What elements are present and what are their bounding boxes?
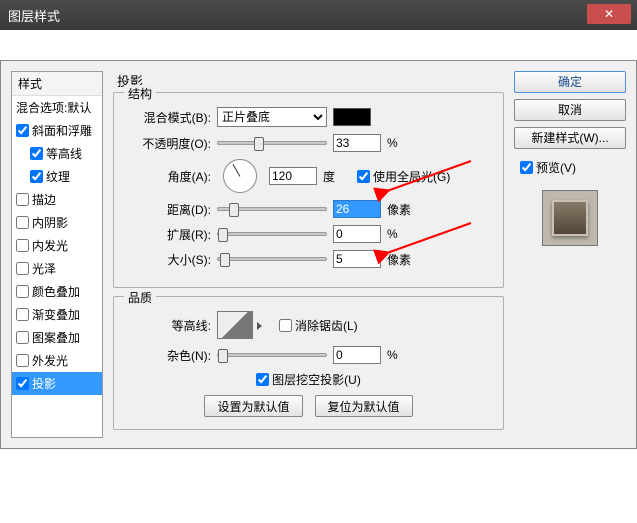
row-default-buttons: 设置为默认值 复位为默认值 — [126, 395, 491, 417]
slider-spread[interactable] — [217, 232, 327, 236]
label-noise: 杂色(N): — [126, 347, 211, 364]
row-noise: 杂色(N): % — [126, 346, 491, 364]
group-structure: 结构 混合模式(B): 正片叠底 不透明度(O): % 角度(A): 度 使用全… — [113, 92, 504, 288]
style-item-satin[interactable]: 光泽 — [12, 257, 102, 280]
dialog-body: 样式 混合选项:默认 斜面和浮雕 等高线 纹理 描边 内阴影 内发光 光泽 颜色… — [0, 60, 637, 449]
label-opacity: 不透明度(O): — [126, 135, 211, 152]
checkbox-preview[interactable]: 预览(V) — [514, 159, 626, 176]
legend-quality: 品质 — [124, 289, 156, 306]
style-cb-innershadow[interactable] — [16, 216, 29, 229]
preview-tile — [552, 200, 588, 236]
row-spread: 扩展(R): % — [126, 225, 491, 243]
label-angle: 角度(A): — [126, 168, 211, 185]
style-cb-gradientoverlay[interactable] — [16, 308, 29, 321]
preview-box — [542, 190, 598, 246]
style-cb-satin[interactable] — [16, 262, 29, 275]
slider-opacity[interactable] — [217, 141, 327, 145]
slider-noise[interactable] — [217, 353, 327, 357]
style-cb-coloroverlay[interactable] — [16, 285, 29, 298]
row-knockout: 图层挖空投影(U) — [126, 371, 491, 388]
style-item-stroke[interactable]: 描边 — [12, 188, 102, 211]
style-cb-stroke[interactable] — [16, 193, 29, 206]
input-opacity[interactable] — [333, 134, 381, 152]
contour-picker[interactable] — [217, 311, 253, 339]
row-angle: 角度(A): 度 使用全局光(G) — [126, 159, 491, 193]
legend-structure: 结构 — [124, 85, 156, 102]
input-distance[interactable] — [333, 200, 381, 218]
style-item-innerglow[interactable]: 内发光 — [12, 234, 102, 257]
set-default-button[interactable]: 设置为默认值 — [204, 395, 302, 417]
style-item-patternoverlay[interactable]: 图案叠加 — [12, 326, 102, 349]
style-item-coloroverlay[interactable]: 颜色叠加 — [12, 280, 102, 303]
style-item-gradientoverlay[interactable]: 渐变叠加 — [12, 303, 102, 326]
unit-noise: % — [387, 348, 415, 362]
close-button[interactable]: ✕ — [587, 4, 631, 24]
color-swatch[interactable] — [333, 108, 371, 126]
style-cb-innerglow[interactable] — [16, 239, 29, 252]
select-blendmode[interactable]: 正片叠底 — [217, 107, 327, 127]
slider-size[interactable] — [217, 257, 327, 261]
titlebar: 图层样式 ✕ — [0, 0, 637, 30]
chevron-down-icon — [257, 322, 262, 330]
row-blendmode: 混合模式(B): 正片叠底 — [126, 107, 491, 127]
group-quality: 品质 等高线: 消除锯齿(L) 杂色(N): % 图层挖空投影(U) 设置为默认… — [113, 296, 504, 430]
input-spread[interactable] — [333, 225, 381, 243]
input-size[interactable] — [333, 250, 381, 268]
style-item-outerglow[interactable]: 外发光 — [12, 349, 102, 372]
style-item-blendopts[interactable]: 混合选项:默认 — [12, 96, 102, 119]
row-size: 大小(S): 像素 — [126, 250, 491, 268]
checkbox-knockout[interactable]: 图层挖空投影(U) — [256, 371, 361, 388]
label-spread: 扩展(R): — [126, 226, 211, 243]
ok-button[interactable]: 确定 — [514, 71, 626, 93]
styles-header: 样式 — [12, 72, 102, 96]
input-noise[interactable] — [333, 346, 381, 364]
center-panel: 投影 结构 混合模式(B): 正片叠底 不透明度(O): % 角度(A): 度 … — [103, 71, 514, 438]
style-cb-texture[interactable] — [30, 170, 43, 183]
label-contour: 等高线: — [126, 317, 211, 334]
style-item-contour[interactable]: 等高线 — [12, 142, 102, 165]
checkbox-antialias[interactable]: 消除锯齿(L) — [279, 317, 358, 334]
row-contour: 等高线: 消除锯齿(L) — [126, 311, 491, 339]
unit-distance: 像素 — [387, 201, 415, 218]
unit-angle: 度 — [323, 168, 351, 185]
style-cb-dropshadow[interactable] — [16, 377, 29, 390]
cancel-button[interactable]: 取消 — [514, 99, 626, 121]
panel-title: 投影 — [113, 71, 504, 90]
label-blendmode: 混合模式(B): — [126, 109, 211, 126]
style-item-bevel[interactable]: 斜面和浮雕 — [12, 119, 102, 142]
style-cb-outerglow[interactable] — [16, 354, 29, 367]
style-cb-bevel[interactable] — [16, 124, 29, 137]
input-angle[interactable] — [269, 167, 317, 185]
row-opacity: 不透明度(O): % — [126, 134, 491, 152]
unit-size: 像素 — [387, 251, 415, 268]
row-distance: 距离(D): 像素 — [126, 200, 491, 218]
style-item-texture[interactable]: 纹理 — [12, 165, 102, 188]
checkbox-globallight[interactable]: 使用全局光(G) — [357, 168, 450, 185]
unit-spread: % — [387, 227, 415, 241]
style-item-innershadow[interactable]: 内阴影 — [12, 211, 102, 234]
style-cb-contour[interactable] — [30, 147, 43, 160]
label-size: 大小(S): — [126, 251, 211, 268]
styles-list: 样式 混合选项:默认 斜面和浮雕 等高线 纹理 描边 内阴影 内发光 光泽 颜色… — [11, 71, 103, 438]
angle-dial[interactable] — [223, 159, 257, 193]
label-distance: 距离(D): — [126, 201, 211, 218]
style-item-dropshadow[interactable]: 投影 — [12, 372, 102, 395]
reset-default-button[interactable]: 复位为默认值 — [315, 395, 413, 417]
slider-distance[interactable] — [217, 207, 327, 211]
unit-opacity: % — [387, 136, 415, 150]
window-title: 图层样式 — [8, 6, 60, 25]
close-icon: ✕ — [604, 7, 614, 21]
new-style-button[interactable]: 新建样式(W)... — [514, 127, 626, 149]
style-cb-patternoverlay[interactable] — [16, 331, 29, 344]
right-column: 确定 取消 新建样式(W)... 预览(V) — [514, 71, 626, 438]
